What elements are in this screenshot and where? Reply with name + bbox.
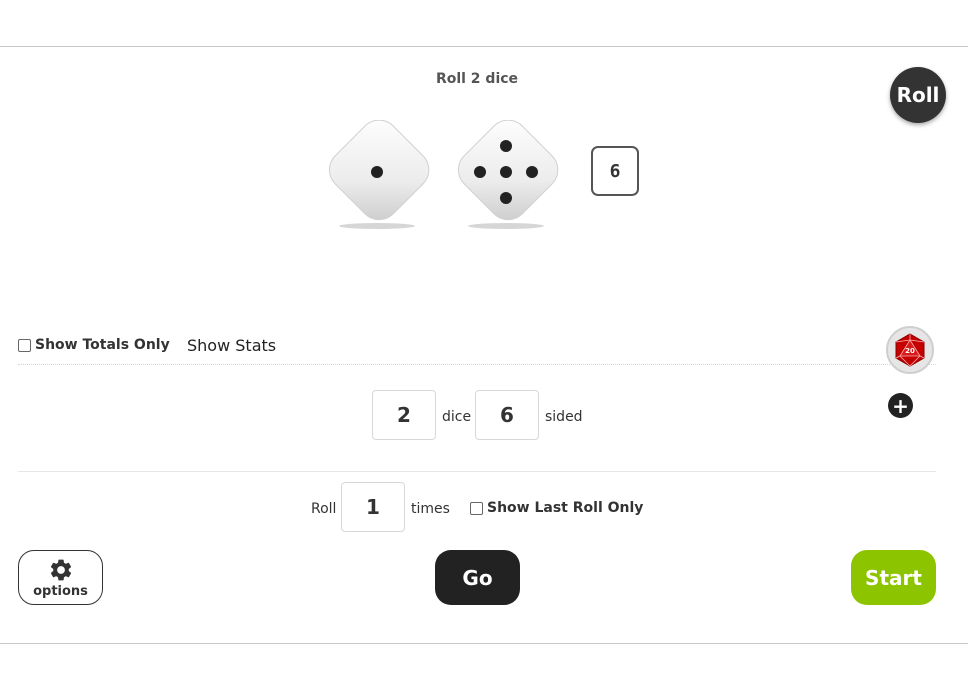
die-pip — [500, 140, 512, 152]
die-1 — [328, 120, 430, 229]
add-dice-icon[interactable]: + — [888, 393, 913, 418]
die-pip — [474, 166, 486, 178]
dice-total: 6 — [591, 146, 639, 196]
die-pip — [500, 166, 512, 178]
start-button[interactable]: Start — [851, 550, 936, 605]
dice-type-d20-button[interactable]: 20 — [886, 326, 934, 374]
show-totals-only-label: Show Totals Only — [35, 337, 170, 353]
show-last-roll-only-label: Show Last Roll Only — [487, 500, 644, 516]
bottom-divider — [0, 643, 968, 644]
die-pip — [500, 192, 512, 204]
section-divider — [18, 471, 936, 472]
svg-text:20: 20 — [905, 347, 915, 355]
die-1-pips — [371, 166, 383, 178]
sides-input[interactable]: 6 — [475, 390, 539, 440]
die-pip — [371, 166, 383, 178]
roll-button[interactable]: Roll — [890, 67, 946, 123]
sides-suffix: sided — [545, 409, 583, 425]
page-title: Roll 2 dice — [435, 71, 519, 87]
d20-icon: 20 — [895, 333, 925, 367]
die-pip — [526, 166, 538, 178]
die-shadow — [339, 223, 415, 229]
options-label: options — [33, 583, 88, 599]
roll-times-input[interactable]: 1 — [341, 482, 405, 532]
options-button[interactable]: options — [18, 550, 103, 605]
roll-times-prefix: Roll — [311, 501, 337, 517]
die-2 — [457, 120, 559, 229]
roll-times-suffix: times — [411, 501, 450, 517]
show-totals-only-option[interactable]: Show Totals Only — [18, 337, 170, 353]
dotted-divider — [18, 364, 936, 365]
gear-icon — [50, 559, 71, 580]
show-totals-only-checkbox[interactable] — [18, 338, 31, 352]
dice-count-input[interactable]: 2 — [372, 390, 436, 440]
go-button[interactable]: Go — [435, 550, 520, 605]
top-divider — [0, 46, 968, 47]
die-shadow — [468, 223, 544, 229]
show-stats-link[interactable]: Show Stats — [187, 336, 276, 355]
show-last-roll-only-checkbox[interactable] — [470, 501, 483, 515]
dice-count-suffix: dice — [442, 409, 472, 425]
show-last-roll-only-option[interactable]: Show Last Roll Only — [470, 500, 643, 516]
